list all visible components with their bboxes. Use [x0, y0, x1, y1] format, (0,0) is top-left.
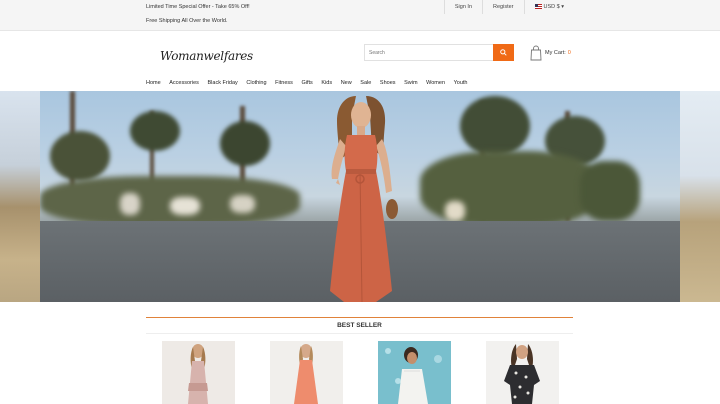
product-image [378, 341, 451, 404]
product-image [188, 344, 208, 404]
nav-item-sale[interactable]: Sale [360, 80, 371, 86]
nav-item-shoes[interactable]: Shoes [380, 80, 396, 86]
product-thumbnail[interactable] [270, 341, 343, 404]
product-thumbnail[interactable] [378, 341, 451, 404]
product-thumbnail[interactable] [486, 341, 559, 404]
top-bar: Limited Time Special Offer - Take 65% Of… [0, 0, 720, 31]
register-link[interactable]: Register [482, 0, 523, 14]
cart-label: My Cart: [545, 50, 566, 56]
us-flag-icon [534, 4, 542, 10]
nav-item-youth[interactable]: Youth [454, 80, 468, 86]
currency-label: USD $ ▾ [543, 4, 565, 10]
nav-item-gifts[interactable]: Gifts [301, 80, 312, 86]
search-icon [500, 49, 507, 56]
sign-in-link[interactable]: Sign In [443, 0, 482, 14]
nav-item-women[interactable]: Women [426, 80, 445, 86]
site-header: Womanwelfares My Cart: 0 [0, 31, 720, 76]
nav-item-kids[interactable]: Kids [321, 80, 332, 86]
main-nav: Home Accessories Black Friday Clothing F… [146, 80, 476, 86]
hero-image [40, 91, 685, 302]
cart-count: 0 [567, 50, 571, 56]
search-bar [364, 44, 514, 61]
cart-button[interactable]: My Cart: 0 [530, 44, 571, 62]
nav-item-fitness[interactable]: Fitness [275, 80, 293, 86]
nav-item-new[interactable]: New [341, 80, 352, 86]
nav-item-swim[interactable]: Swim [404, 80, 417, 86]
promo-text-shipping: Free Shipping All Over the World. [146, 18, 228, 24]
nav-item-clothing[interactable]: Clothing [246, 80, 266, 86]
search-input[interactable] [365, 45, 493, 60]
model-photo [330, 96, 398, 302]
nav-item-home[interactable]: Home [146, 80, 161, 86]
best-seller-header: BEST SELLER [146, 317, 573, 334]
hero-slide-next[interactable] [680, 91, 720, 302]
nav-item-accessories[interactable]: Accessories [169, 80, 199, 86]
section-title: BEST SELLER [337, 322, 382, 329]
hero-banner[interactable] [0, 91, 720, 302]
currency-selector[interactable]: USD $ ▾ [523, 0, 575, 14]
hero-slide-previous[interactable] [0, 91, 40, 302]
search-button[interactable] [493, 44, 514, 61]
product-image [504, 344, 540, 404]
product-thumbnail[interactable] [162, 341, 235, 404]
site-logo[interactable]: Womanwelfares [160, 49, 253, 63]
promo-text-offer: Limited Time Special Offer - Take 65% Of… [146, 4, 250, 10]
shopping-bag-icon [530, 45, 542, 61]
product-image [294, 344, 318, 404]
account-links: Sign In Register USD $ ▾ [443, 0, 575, 14]
nav-item-black-friday[interactable]: Black Friday [208, 80, 238, 86]
